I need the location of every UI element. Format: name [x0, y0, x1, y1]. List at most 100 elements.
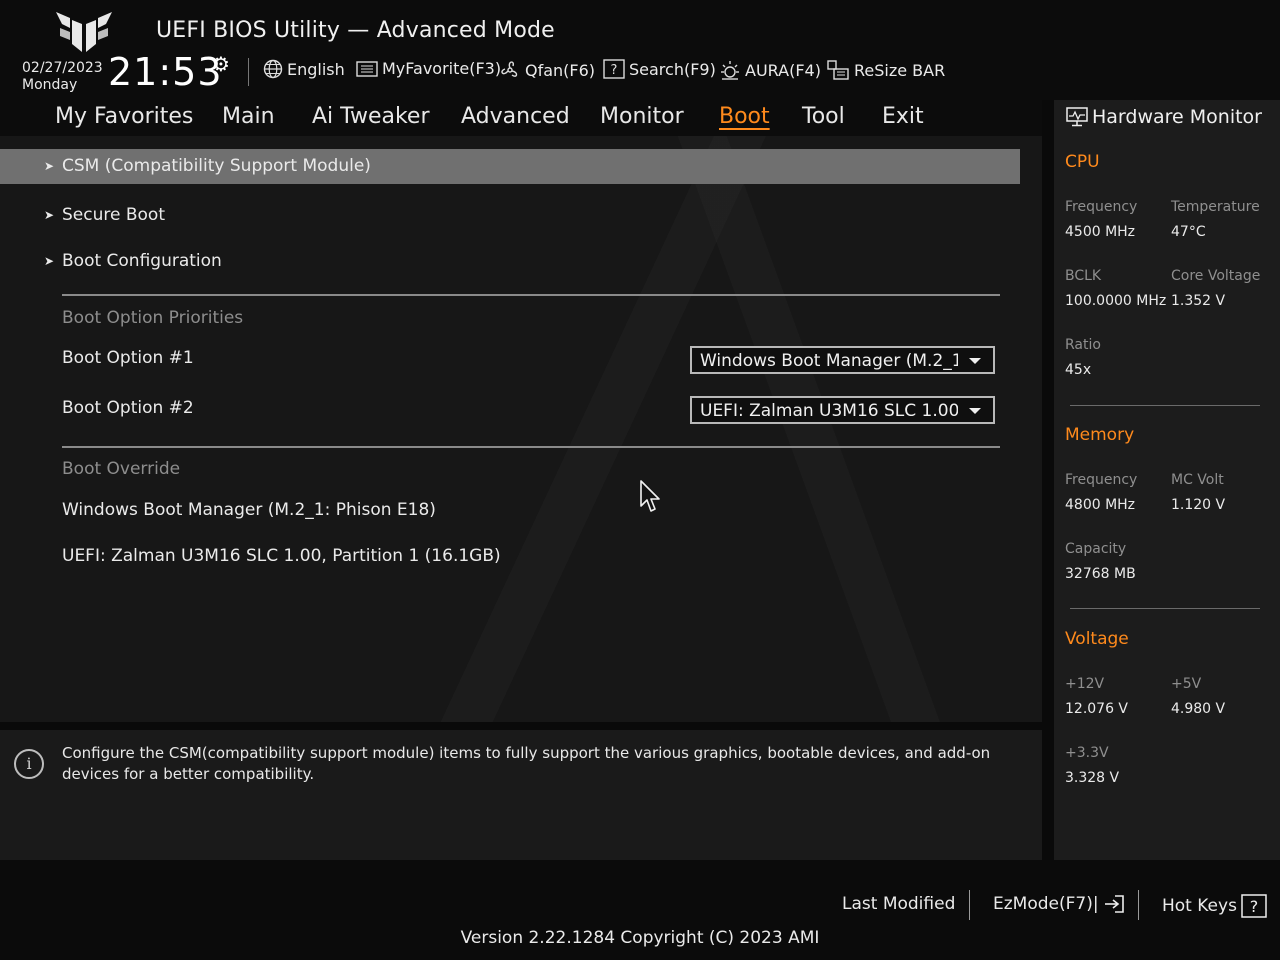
- panel-gap: [1042, 100, 1054, 860]
- footer-divider: [969, 890, 970, 920]
- bclk-label: BCLK: [1065, 268, 1102, 284]
- section-divider: [62, 294, 1000, 296]
- cpu-frequency-value: 4500 MHz: [1065, 224, 1136, 240]
- info-icon: i: [14, 749, 44, 779]
- tab-ai-tweaker[interactable]: Ai Tweaker: [312, 104, 430, 129]
- ratio-label: Ratio: [1065, 337, 1101, 353]
- qfan-label: Qfan(F6): [525, 60, 596, 80]
- boot-priorities-heading: Boot Option Priorities: [62, 308, 244, 328]
- submenu-label: Boot Configuration: [62, 251, 222, 271]
- tab-main[interactable]: Main: [222, 104, 275, 129]
- core-voltage-value: 1.352 V: [1171, 293, 1226, 309]
- memory-frequency-value: 4800 MHz: [1065, 497, 1136, 513]
- boot-override-item[interactable]: UEFI: Zalman U3M16 SLC 1.00, Partition 1…: [62, 546, 501, 566]
- search-label: Search(F9): [629, 59, 716, 79]
- monitor-divider: [1070, 405, 1260, 406]
- hardware-monitor-title: Hardware Monitor: [1066, 106, 1262, 128]
- qfan-button[interactable]: Qfan(F6): [499, 59, 595, 81]
- ezmode-button[interactable]: EzMode(F7)|: [993, 894, 1125, 914]
- footer-divider: [1138, 890, 1139, 920]
- app-title: UEFI BIOS Utility — Advanced Mode: [156, 18, 555, 43]
- boot-option-1-value: Windows Boot Manager (M.2_1: Phison E18): [700, 351, 958, 371]
- submenu-label: CSM (Compatibility Support Module): [62, 156, 371, 176]
- clock-display: 21:53: [108, 50, 223, 94]
- fan-icon: [501, 61, 518, 77]
- aura-label: AURA(F4): [745, 60, 821, 80]
- cpu-frequency-label: Frequency: [1065, 199, 1138, 215]
- language-label: English: [287, 59, 345, 79]
- resize-bar-button[interactable]: ReSize BAR: [826, 59, 945, 81]
- submenu-csm[interactable]: ➤ CSM (Compatibility Support Module): [44, 156, 371, 176]
- version-text: Version 2.22.1284 Copyright (C) 2023 AMI: [460, 928, 820, 948]
- submenu-boot-configuration[interactable]: ➤ Boot Configuration: [44, 251, 222, 271]
- cpu-temperature-value: 47°C: [1171, 224, 1206, 240]
- boot-option-2-select[interactable]: UEFI: Zalman U3M16 SLC 1.00, Partition 1…: [690, 396, 995, 424]
- tab-advanced[interactable]: Advanced: [461, 104, 570, 129]
- date-display: 02/27/2023 Monday: [22, 60, 103, 94]
- favorite-list-icon: [356, 60, 378, 77]
- resize-bar-icon: [827, 60, 849, 80]
- hardware-monitor-label: Hardware Monitor: [1092, 106, 1262, 128]
- ezmode-label: EzMode(F7)|: [993, 894, 1099, 914]
- v5-value: 4.980 V: [1171, 701, 1226, 717]
- search-help-icon: ?: [603, 59, 625, 79]
- help-divider: [0, 722, 1042, 730]
- tab-exit[interactable]: Exit: [882, 104, 924, 129]
- myfavorite-label: MyFavorite(F3): [382, 59, 502, 78]
- svg-text:?: ?: [1250, 897, 1259, 916]
- help-question-icon: ?: [1241, 894, 1267, 918]
- boot-override-heading: Boot Override: [62, 459, 181, 479]
- capacity-label: Capacity: [1065, 541, 1127, 557]
- last-modified-button[interactable]: Last Modified: [842, 894, 955, 914]
- exit-arrow-icon: [1104, 895, 1124, 913]
- ratio-value: 45x: [1065, 362, 1092, 378]
- date-text: 02/27/2023: [22, 60, 103, 76]
- v12-label: +12V: [1065, 676, 1105, 692]
- tab-my-favorites[interactable]: My Favorites: [55, 104, 193, 129]
- mc-volt-value: 1.120 V: [1171, 497, 1226, 513]
- tab-boot[interactable]: Boot: [719, 104, 770, 129]
- monitor-icon: [1066, 107, 1088, 127]
- cpu-heading: CPU: [1065, 152, 1100, 172]
- submenu-label: Secure Boot: [62, 205, 165, 225]
- mouse-cursor-icon: [640, 480, 660, 512]
- core-voltage-label: Core Voltage: [1171, 268, 1261, 284]
- boot-option-1-label: Boot Option #1: [62, 348, 194, 368]
- v5-label: +5V: [1171, 676, 1202, 692]
- tuf-logo-icon: [56, 12, 112, 52]
- submenu-secure-boot[interactable]: ➤ Secure Boot: [44, 205, 165, 225]
- section-divider: [62, 446, 1000, 448]
- chevron-right-icon: ➤: [44, 159, 55, 173]
- boot-option-2-label: Boot Option #2: [62, 398, 194, 418]
- v33-value: 3.328 V: [1065, 770, 1120, 786]
- chevron-down-icon: [969, 358, 981, 364]
- bclk-value: 100.0000 MHz: [1065, 293, 1167, 309]
- aura-button[interactable]: AURA(F4): [719, 59, 821, 81]
- cpu-temperature-label: Temperature: [1171, 199, 1260, 215]
- language-button[interactable]: English: [263, 59, 345, 79]
- tab-monitor[interactable]: Monitor: [600, 104, 684, 129]
- chevron-down-icon: [969, 408, 981, 414]
- globe-icon: [263, 59, 283, 79]
- monitor-divider: [1070, 608, 1260, 609]
- memory-frequency-label: Frequency: [1065, 472, 1138, 488]
- svg-text:?: ?: [611, 63, 618, 78]
- gear-icon[interactable]: ⚙: [212, 52, 230, 76]
- boot-option-2-value: UEFI: Zalman U3M16 SLC 1.00, Partition 1…: [700, 401, 958, 421]
- v33-label: +3.3V: [1065, 745, 1109, 761]
- last-modified-label: Last Modified: [842, 894, 956, 914]
- day-text: Monday: [22, 77, 78, 93]
- boot-override-item[interactable]: Windows Boot Manager (M.2_1: Phison E18): [62, 500, 436, 520]
- help-text: Configure the CSM(compatibility support …: [62, 744, 991, 783]
- mc-volt-label: MC Volt: [1171, 472, 1224, 488]
- memory-heading: Memory: [1065, 425, 1135, 445]
- v12-value: 12.076 V: [1065, 701, 1129, 717]
- boot-option-1-select[interactable]: Windows Boot Manager (M.2_1: Phison E18): [690, 346, 995, 374]
- tab-tool[interactable]: Tool: [802, 104, 845, 129]
- header-divider: [248, 58, 249, 86]
- myfavorite-button[interactable]: MyFavorite(F3): [356, 59, 501, 78]
- resize-bar-label: ReSize BAR: [854, 60, 946, 80]
- hotkeys-label: Hot Keys: [1162, 896, 1237, 916]
- hotkeys-button[interactable]: Hot Keys ?: [1162, 894, 1267, 918]
- search-button[interactable]: ? Search(F9): [603, 59, 716, 79]
